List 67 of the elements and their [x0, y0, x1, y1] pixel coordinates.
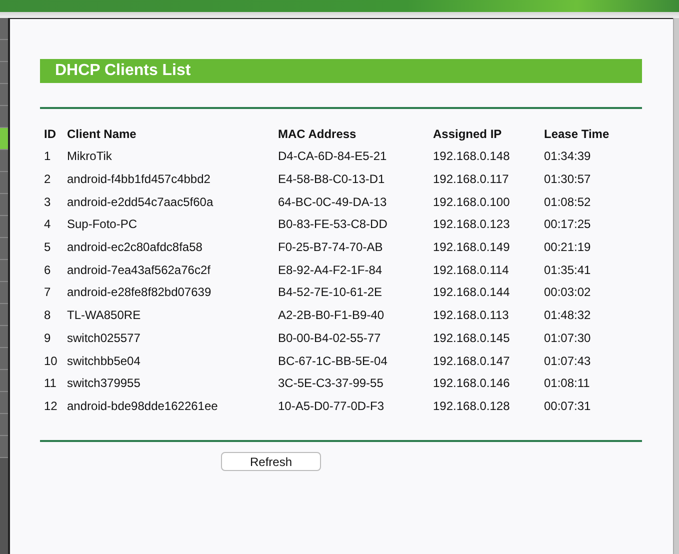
table-cell-text: 12 [43, 398, 58, 415]
table-cell-text: 3 [43, 194, 52, 211]
table-cell-text: switchbb5e04 [66, 352, 142, 370]
column-header: Lease Time [543, 126, 610, 143]
table-cell-text: 192.168.0.123 [432, 216, 511, 234]
column-header: Assigned IP [432, 126, 503, 143]
table-cell-text: 01:30:57 [543, 171, 592, 188]
table-cell-text: 4 [43, 216, 52, 234]
table-cell-text: 01:08:52 [543, 194, 592, 211]
table-cell-text: A2-2B-B0-F1-B9-40 [277, 307, 386, 324]
table-cell-text: 01:48:32 [543, 307, 592, 324]
refresh-button[interactable]: Refresh [221, 452, 321, 472]
table-cell-text: 3C-5E-C3-37-99-55 [277, 375, 384, 392]
table-cell-text: 01:34:39 [543, 148, 592, 166]
table-cell-text: E4-58-B8-C0-13-D1 [277, 171, 386, 188]
table-cell-text: D4-CA-6D-84-E5-21 [277, 148, 388, 166]
table-cell-text: 192.168.0.144 [432, 284, 511, 302]
table-cell-text: E8-92-A4-F2-1F-84 [277, 262, 384, 279]
table-cell-text: BC-67-1C-BB-5E-04 [277, 352, 388, 370]
table-cell-text: 10-A5-D0-77-0D-F3 [277, 398, 386, 415]
table-cell-text: android-ec2c80afdc8fa58 [66, 239, 204, 256]
table-cell-text: 192.168.0.146 [432, 375, 511, 392]
table-cell-text: MikroTik [66, 148, 113, 166]
table-cell-text: switch025577 [66, 330, 142, 347]
table-cell-text: B0-00-B4-02-55-77 [277, 330, 382, 347]
table-cell-text: 10 [43, 352, 58, 370]
table-cell-text: android-f4bb1fd457c4bbd2 [66, 171, 212, 188]
column-header: Client Name [66, 126, 138, 143]
table-cell-text: 192.168.0.147 [432, 352, 511, 370]
table-cell-text: 192.168.0.117 [432, 171, 510, 188]
table-cell-text: B0-83-FE-53-C8-DD [277, 216, 388, 234]
table-cell-text: 01:07:30 [543, 330, 592, 347]
table-cell-text: android-bde98dde162261ee [66, 398, 219, 415]
table-cell-text: switch379955 [66, 375, 142, 392]
table-cell-text: 6 [43, 262, 52, 279]
table-cell-text: android-e2dd54c7aac5f60a [66, 194, 214, 211]
column-header: MAC Address [277, 126, 358, 143]
table-cell-text: 00:17:25 [543, 216, 592, 234]
column-header: ID [43, 126, 57, 143]
table-cell-text: 192.168.0.113 [432, 307, 510, 324]
table-cell-text: 192.168.0.148 [432, 148, 511, 166]
table-cell-text: 01:07:43 [543, 352, 592, 370]
table-cell-text: 01:35:41 [543, 262, 592, 279]
table-cell-text: 11 [43, 375, 58, 392]
table-cell-text: 192.168.0.100 [432, 194, 511, 211]
table-cell-text: android-e28fe8f82bd07639 [66, 284, 212, 302]
table-cell-text: 00:07:31 [543, 398, 592, 415]
table-cell-text: 64-BC-0C-49-DA-13 [277, 194, 388, 211]
table-cell-text: 192.168.0.114 [432, 262, 510, 279]
table-cell-text: 7 [43, 284, 52, 302]
table-cell-text: B4-52-7E-10-61-2E [277, 284, 384, 302]
table-cell-text: 9 [43, 330, 52, 347]
table-cell-text: 5 [43, 239, 52, 256]
table-cell-text: 192.168.0.145 [432, 330, 511, 347]
table-cell-text: 00:03:02 [543, 284, 592, 302]
table-cell-text: 00:21:19 [543, 239, 592, 256]
table-cell-text: 8 [43, 307, 52, 324]
table-cell-text: F0-25-B7-74-70-AB [277, 239, 384, 256]
section-title: DHCP Clients List [40, 59, 642, 83]
table-cell-text: 01:08:11 [543, 375, 591, 392]
table-cell-text: 192.168.0.128 [432, 398, 511, 415]
table-cell-text: 192.168.0.149 [432, 239, 511, 256]
table-cell-text: Sup-Foto-PC [66, 216, 138, 234]
table-cell-text: android-7ea43af562a76c2f [66, 262, 212, 279]
table-cell-text: TL-WA850RE [66, 307, 142, 324]
table-cell-text: 1 [43, 148, 52, 166]
table-cell-text: 2 [43, 171, 52, 188]
